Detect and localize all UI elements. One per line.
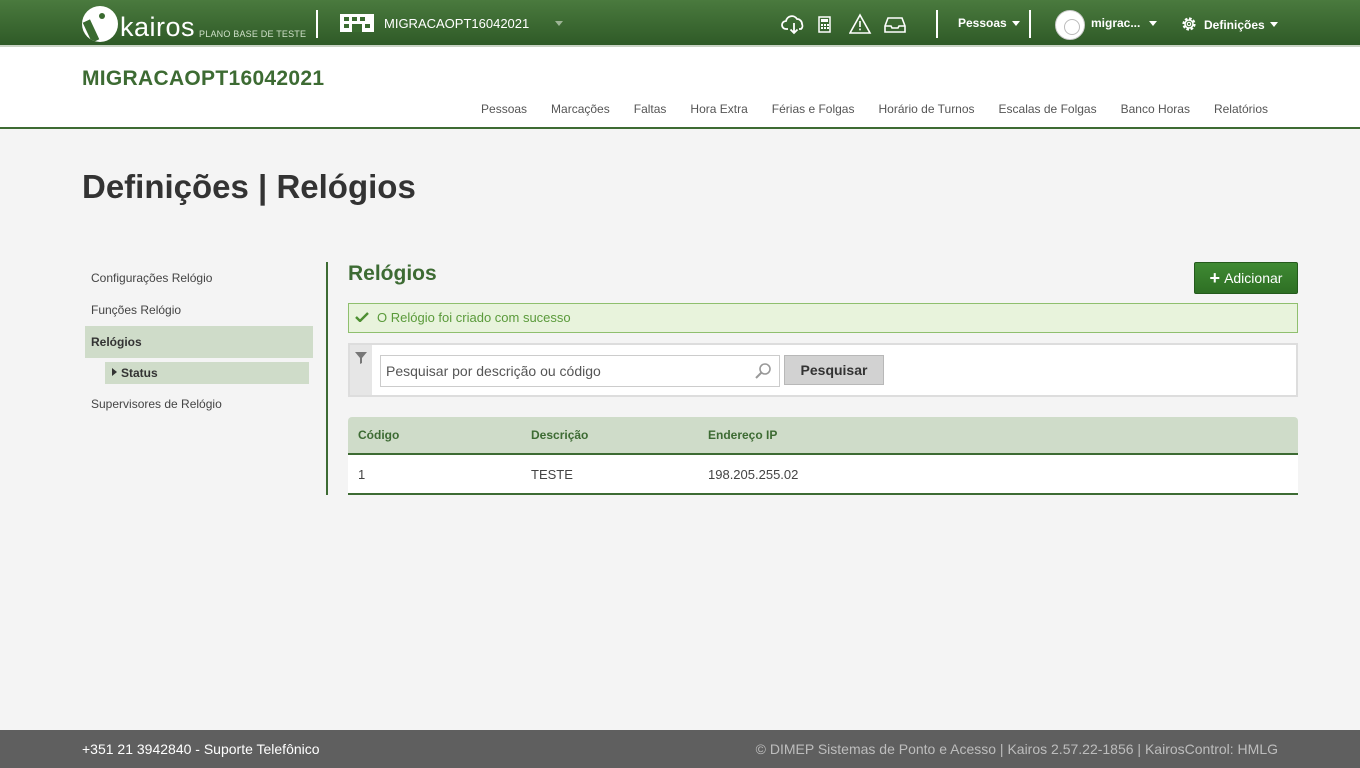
avatar[interactable]: [1055, 10, 1085, 40]
nav-item-ferias-folgas[interactable]: Férias e Folgas: [772, 102, 855, 116]
warning-icon[interactable]: [848, 12, 875, 36]
sidebar: Configurações Relógio Funções Relógio Re…: [85, 262, 313, 420]
plus-icon: +: [1209, 268, 1221, 288]
sidebar-item-configuracoes-relogio[interactable]: Configurações Relógio: [85, 262, 313, 294]
nav-item-banco-horas[interactable]: Banco Horas: [1121, 102, 1190, 116]
copyright: © DIMEP Sistemas de Ponto e Acesso | Kai…: [755, 741, 1278, 757]
cell-endereco-ip: 198.205.255.02: [708, 466, 799, 482]
nav-item-horario-turnos[interactable]: Horário de Turnos: [878, 102, 974, 116]
user-menu-label: migrac...: [1091, 16, 1141, 30]
cloud-download-icon[interactable]: [781, 12, 807, 36]
sidebar-subitem-status[interactable]: Status: [105, 362, 309, 384]
chevron-down-icon: [1011, 20, 1020, 26]
filter-toggle[interactable]: [350, 345, 372, 395]
search-button[interactable]: Pesquisar: [784, 355, 884, 385]
add-button-label: Adicionar: [1224, 270, 1283, 286]
settings-menu-label: Definições: [1204, 17, 1265, 32]
cell-codigo: 1: [358, 466, 366, 482]
chevron-down-icon[interactable]: [555, 21, 563, 26]
column-header-descricao[interactable]: Descrição: [521, 428, 698, 442]
alert-message: O Relógio foi criado com sucesso: [377, 310, 571, 325]
success-alert: O Relógio foi criado com sucesso: [348, 303, 1298, 333]
nav-item-pessoas[interactable]: Pessoas: [481, 102, 527, 116]
sidebar-item-funcoes-relogio[interactable]: Funções Relógio: [85, 294, 313, 326]
settings-menu[interactable]: Definições: [1180, 16, 1278, 33]
nav-item-faltas[interactable]: Faltas: [634, 102, 667, 116]
company-name: MIGRACAOPT16042021: [384, 15, 530, 31]
chevron-down-icon: [1149, 20, 1158, 26]
chevron-down-icon: [1269, 22, 1278, 27]
main-nav: Pessoas Marcações Faltas Hora Extra Féri…: [481, 102, 1268, 116]
nav-item-hora-extra[interactable]: Hora Extra: [690, 102, 747, 116]
building-icon: [340, 14, 374, 32]
nav-item-escalas-folgas[interactable]: Escalas de Folgas: [999, 102, 1097, 116]
section-title: Relógios: [348, 262, 437, 285]
check-icon: [355, 312, 369, 322]
company-header: MIGRACAOPT16042021 Pessoas Marcações Fal…: [0, 47, 1360, 129]
search-icon[interactable]: [754, 362, 772, 380]
company-title: MIGRACAOPT16042021: [82, 67, 325, 90]
clocks-table: Código Descrição Endereço IP 1 TESTE 198…: [348, 417, 1298, 495]
top-bar: kairos PLANO BASE DE TESTE MIGRACAOPT160…: [0, 0, 1360, 47]
logo-subtitle: PLANO BASE DE TESTE: [199, 29, 307, 39]
user-menu[interactable]: migrac...: [1091, 16, 1158, 30]
pessoas-menu-label: Pessoas: [958, 16, 1007, 30]
calculator-icon[interactable]: [816, 12, 842, 36]
support-phone: +351 21 3942840 - Suporte Telefônico: [82, 741, 320, 757]
gear-icon: [1182, 17, 1196, 31]
inbox-icon[interactable]: [884, 12, 910, 36]
kairos-logo-mark-icon: [82, 6, 118, 42]
pessoas-menu[interactable]: Pessoas: [958, 16, 1020, 30]
sidebar-divider: [326, 262, 328, 495]
logo-text: kairos: [120, 12, 196, 42]
column-header-endereco-ip[interactable]: Endereço IP: [698, 428, 1298, 442]
table-row[interactable]: 1 TESTE 198.205.255.02: [348, 455, 1298, 495]
table-header: Código Descrição Endereço IP: [348, 417, 1298, 455]
kairos-logo[interactable]: kairos PLANO BASE DE TESTE: [82, 4, 306, 42]
divider: [936, 10, 938, 38]
divider: [1029, 10, 1031, 38]
filter-icon: [355, 352, 367, 364]
add-button[interactable]: + Adicionar: [1194, 262, 1298, 294]
footer: +351 21 3942840 - Suporte Telefônico © D…: [0, 730, 1360, 768]
nav-item-marcacoes[interactable]: Marcações: [551, 102, 610, 116]
column-header-codigo[interactable]: Código: [348, 428, 521, 442]
nav-item-relatorios[interactable]: Relatórios: [1214, 102, 1268, 116]
search-input[interactable]: [380, 355, 780, 387]
divider: [316, 10, 318, 38]
sidebar-item-relogios[interactable]: Relógios: [85, 326, 313, 358]
main-content: Relógios + Adicionar O Relógio foi criado…: [348, 262, 1298, 495]
search-panel: Pesquisar: [348, 343, 1298, 397]
company-selector[interactable]: MIGRACAOPT16042021: [340, 14, 529, 32]
sidebar-item-supervisores-relogio[interactable]: Supervisores de Relógio: [85, 388, 313, 420]
page-title: Definições | Relógios: [82, 168, 416, 205]
cell-descricao: TESTE: [531, 466, 573, 482]
